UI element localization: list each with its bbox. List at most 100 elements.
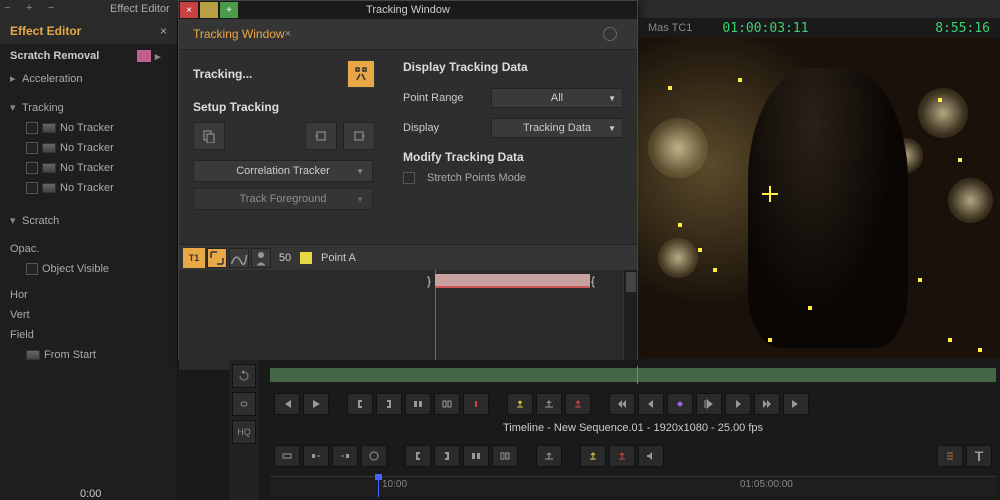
start-tracking-button[interactable] — [347, 60, 375, 88]
object-visible-checkbox[interactable] — [26, 263, 38, 275]
tracker-in-button[interactable] — [305, 122, 337, 150]
tracker-type-dropdown[interactable]: Correlation Tracker ▼ — [193, 160, 373, 182]
scrollbar-thumb[interactable] — [626, 272, 636, 292]
tracker-item-1[interactable]: No Tracker — [0, 118, 177, 138]
step-fwd-button[interactable] — [696, 393, 722, 415]
options-icon[interactable] — [603, 27, 617, 41]
close-icon[interactable]: × — [160, 24, 167, 38]
segment-mode-button[interactable] — [274, 445, 300, 467]
clear-marks-button[interactable] — [434, 393, 460, 415]
position-track[interactable] — [270, 368, 996, 382]
point-range-dropdown[interactable]: All ▼ — [491, 88, 623, 108]
trim-button[interactable] — [361, 445, 387, 467]
mark-in-button[interactable] — [347, 393, 373, 415]
master-timecode[interactable]: 01:00:03:11 — [722, 21, 808, 36]
mark-in-button-2[interactable] — [405, 445, 431, 467]
close-icon[interactable]: × — [285, 28, 291, 40]
link-button[interactable] — [232, 392, 256, 416]
record-button[interactable] — [463, 393, 489, 415]
window-titlebar[interactable]: × − + Tracking Window — [179, 1, 637, 19]
tracker-timeline[interactable]: } { — [179, 270, 637, 370]
insert-button[interactable] — [303, 445, 329, 467]
track-in-bracket[interactable]: } — [427, 274, 431, 288]
tracking-point[interactable] — [958, 158, 962, 162]
tracking-point[interactable] — [918, 278, 922, 282]
tracking-point[interactable] — [978, 348, 982, 352]
video-track-button[interactable] — [580, 445, 606, 467]
clear-both-button[interactable] — [492, 445, 518, 467]
window-maximize-button[interactable]: + — [220, 2, 238, 18]
plus-icon[interactable]: + — [26, 2, 40, 16]
track-out-bracket[interactable]: { — [591, 274, 595, 288]
tracker-scrollbar[interactable] — [623, 270, 637, 370]
tracking-crosshair[interactable] — [762, 186, 778, 202]
tracking-point[interactable] — [738, 78, 742, 82]
go-start-button[interactable] — [274, 393, 300, 415]
from-start-row[interactable]: From Start — [0, 345, 177, 365]
rewind-button[interactable] — [609, 393, 635, 415]
window-close-button[interactable]: × — [180, 2, 198, 18]
tracking-point[interactable] — [698, 248, 702, 252]
cycle-button[interactable] — [232, 364, 256, 388]
acceleration-row[interactable]: ▸ Acceleration — [0, 68, 177, 89]
tracking-point[interactable] — [668, 86, 672, 90]
tracker-checkbox[interactable] — [26, 182, 38, 194]
text-tool-button[interactable]: T — [966, 445, 992, 467]
scratch-row[interactable]: ▾ Scratch — [0, 210, 177, 231]
stretch-mode-row[interactable]: Stretch Points Mode — [403, 172, 623, 184]
step-fwd2-button[interactable] — [725, 393, 751, 415]
play-button[interactable] — [303, 393, 329, 415]
tracker-color-swatch[interactable] — [299, 251, 313, 265]
tracker-checkbox[interactable] — [26, 142, 38, 154]
tracking-point[interactable] — [938, 98, 942, 102]
mute-button[interactable] — [638, 445, 664, 467]
copy-tracker-button[interactable] — [193, 122, 225, 150]
tracking-point[interactable] — [678, 223, 682, 227]
minus-icon[interactable]: − — [4, 2, 18, 16]
duration-timecode[interactable]: 8:55:16 — [935, 21, 990, 36]
go-end-button[interactable] — [783, 393, 809, 415]
stretch-mode-checkbox[interactable] — [403, 172, 415, 184]
track-range-bar[interactable] — [435, 274, 590, 288]
hq-button[interactable]: HQ — [232, 420, 256, 444]
splice-button[interactable] — [332, 445, 358, 467]
track-target-dropdown[interactable]: Track Foreground ▼ — [193, 188, 373, 210]
step-back-button[interactable] — [638, 393, 664, 415]
extract-button[interactable] — [507, 393, 533, 415]
object-visible-row[interactable]: Object Visible — [0, 259, 177, 279]
timecode-label[interactable]: Mas TC1 — [648, 22, 692, 34]
video-viewport[interactable] — [638, 38, 1000, 358]
tracking-point[interactable] — [808, 306, 812, 310]
expand-icon[interactable]: ▸ — [10, 72, 18, 85]
tracker-item-4[interactable]: No Tracker — [0, 178, 177, 198]
scratch-removal-icon[interactable] — [137, 50, 151, 62]
extract-button-2[interactable] — [536, 445, 562, 467]
add-keyframe-button[interactable] — [667, 393, 693, 415]
position-playhead[interactable] — [637, 366, 638, 384]
timeline-ruler[interactable]: 10:00 01:05:00:00 — [270, 476, 996, 496]
tracking-point[interactable] — [768, 338, 772, 342]
mark-clip-button[interactable] — [405, 393, 431, 415]
overwrite-button[interactable] — [565, 393, 591, 415]
audio-track-button[interactable] — [609, 445, 635, 467]
tracker-item-3[interactable]: No Tracker — [0, 158, 177, 178]
display-dropdown[interactable]: Tracking Data ▼ — [491, 118, 623, 138]
lift-button[interactable] — [536, 393, 562, 415]
ffwd-button[interactable] — [754, 393, 780, 415]
mark-clip-button-2[interactable] — [463, 445, 489, 467]
timeline-playhead[interactable] — [378, 477, 379, 497]
tracking-point[interactable] — [713, 268, 717, 272]
minus-icon-2[interactable]: − — [48, 2, 62, 16]
tracker-t1-button[interactable]: T1 — [183, 248, 205, 268]
collapse-icon[interactable]: ▾ — [10, 101, 18, 114]
window-minimize-button[interactable]: − — [200, 2, 218, 18]
mark-out-button[interactable] — [376, 393, 402, 415]
tracker-enable-button[interactable] — [207, 248, 227, 268]
tracking-point[interactable] — [948, 338, 952, 342]
mark-out-button-2[interactable] — [434, 445, 460, 467]
tracking-row[interactable]: ▾ Tracking — [0, 97, 177, 118]
tracker-point-name[interactable]: Point A — [321, 252, 381, 264]
tracker-checkbox[interactable] — [26, 122, 38, 134]
tracker-graph-button[interactable] — [229, 248, 249, 268]
scratch-removal-menu-icon[interactable]: ▸ — [155, 50, 167, 62]
